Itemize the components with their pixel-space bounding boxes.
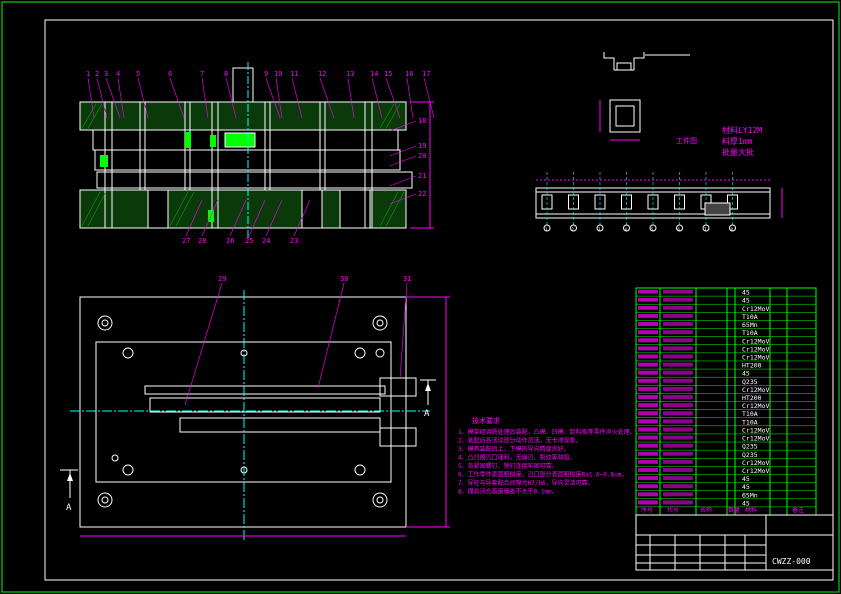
workpiece-prop-value: 1mm (738, 137, 753, 146)
part-material: Cr12MoV (742, 386, 769, 394)
parts-header-cell: 序号 (641, 506, 653, 514)
part-material: Cr12MoV (742, 345, 769, 353)
callout-10: 10 (274, 70, 282, 78)
tech-requirement-item: 8、模具闭合高度偏差不大于0.1mm。 (458, 488, 558, 496)
part-material: Q235 (742, 378, 758, 386)
cad-drawing-sheet: 1 2 3 4 5 6 7 8 9 10 11 12 13 14 15 16 17181920212227 28 2… (0, 0, 841, 594)
part-material: Cr12MoV (742, 305, 769, 313)
part-material: HT200 (742, 394, 762, 402)
callout-4: 4 (116, 70, 120, 78)
part-material: Cr12MoV (742, 353, 769, 361)
tech-requirement-item: 6、工作零件表面粗糙度，刃口部分表面粗糙度Ra1.6~0.8um。 (458, 471, 627, 479)
part-material: T10A (742, 313, 758, 321)
callout-14: 14 (370, 70, 378, 78)
workpiece-prop-value: 大批 (738, 147, 754, 157)
callout-plan-31: 31 (403, 275, 411, 283)
callout-plan-30: 30 (340, 275, 348, 283)
part-material: 45 (742, 289, 750, 297)
part-material: 45 (742, 370, 750, 378)
tech-requirement-item: 3、模具装配后上、下模的导向精度良好。 (458, 445, 570, 453)
callout-21: 21 (418, 172, 426, 180)
callout-bottom-23: 23 (290, 237, 298, 245)
callout-bottom-25: 25 (245, 237, 253, 245)
part-material: Cr12MoV (742, 435, 769, 443)
callout-8: 8 (224, 70, 228, 78)
part-material: Cr12MoV (742, 426, 769, 434)
tech-requirement-item: 5、各紧固螺钉、销钉连接牢固可靠。 (458, 462, 558, 470)
part-material: HT200 (742, 362, 762, 370)
callout-9: 9 (264, 70, 268, 78)
parts-header-cell: 数量 (728, 506, 740, 514)
part-material: 45 (742, 297, 750, 305)
parts-header-cell: 材料 (745, 506, 757, 514)
callout-20: 20 (418, 152, 426, 160)
part-material: Q235 (742, 443, 758, 451)
callout-19: 19 (418, 142, 426, 150)
workpiece-prop-label: 批量 (722, 147, 738, 157)
parts-header-cell: 代号 (667, 506, 679, 514)
callout-bottom-26: 26 (226, 237, 234, 245)
part-material: Cr12MoV (742, 459, 769, 467)
callout-plan-29: 29 (218, 275, 226, 283)
callout-3: 3 (104, 70, 108, 78)
callout-18: 18 (418, 117, 426, 125)
part-material: Cr12MoV (742, 467, 769, 475)
part-material: Cr12MoV (742, 337, 769, 345)
callout-bottom-27: 27 (182, 237, 190, 245)
callout-15: 15 (384, 70, 392, 78)
callout-2: 2 (95, 70, 99, 78)
part-material: Cr12MoV (742, 402, 769, 410)
callout-bottom-24: 24 (262, 237, 270, 245)
workpiece-title: 工件图 (676, 136, 697, 145)
part-material: 65Mn (742, 321, 758, 329)
drawing-number: CWZZ-000 (772, 557, 811, 566)
tech-requirement-item: 4、凸凹模刃口锋利，无崩刃、裂纹等缺陷。 (458, 454, 576, 462)
part-material: 65Mn (742, 491, 758, 499)
callout-17: 17 (422, 70, 430, 78)
callout-16: 16 (405, 70, 413, 78)
parts-header-cell: 备注 (792, 506, 804, 514)
callout-7: 7 (200, 70, 204, 78)
part-material: T10A (742, 418, 758, 426)
callout-13: 13 (346, 70, 354, 78)
callout-bottom-28: 28 (198, 237, 206, 245)
callout-5: 5 (136, 70, 140, 78)
part-material: 45 (742, 483, 750, 491)
part-material: Q235 (742, 451, 758, 459)
section-mark-right: A (424, 409, 430, 419)
callout-12: 12 (318, 70, 326, 78)
workpiece-prop-label: 材料 (722, 125, 738, 135)
tech-requirement-item: 7、导柱与导套配合间隙为H7/h6，导向灵活可靠。 (458, 479, 594, 487)
section-mark-left: A (66, 503, 72, 513)
tech-requirement-item: 1、模架经调质处理后装配，凸模、凹模、卸料板等零件淬火处理。 (458, 428, 636, 436)
workpiece-prop-label: 料厚 (722, 136, 738, 146)
tech-requirement-item: 2、装配后各活动部分动作灵活，无卡滞现象。 (458, 437, 582, 445)
callout-1: 1 (86, 70, 90, 78)
callout-11: 11 (290, 70, 298, 78)
parts-header-cell: 名称 (700, 506, 712, 514)
part-material: 45 (742, 475, 750, 483)
callout-22: 22 (418, 190, 426, 198)
callout-6: 6 (168, 70, 172, 78)
part-material: T10A (742, 329, 758, 337)
tech-requirements-title: 技术要求 (472, 416, 500, 425)
part-material: T10A (742, 410, 758, 418)
workpiece-prop-value: LY12M (738, 126, 762, 135)
